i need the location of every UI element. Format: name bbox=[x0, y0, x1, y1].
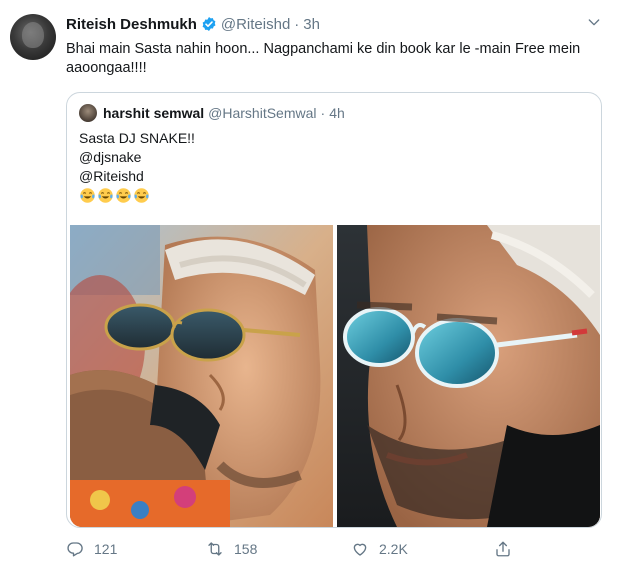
quote-mention-djsnake[interactable]: @djsnake bbox=[79, 148, 195, 167]
quote-line: Sasta DJ SNAKE!! bbox=[79, 130, 195, 146]
separator-dot: · bbox=[294, 15, 300, 33]
author-handle[interactable]: @Riteishd bbox=[221, 16, 290, 33]
share-icon bbox=[496, 541, 510, 557]
reply-count: 121 bbox=[94, 541, 118, 557]
quote-photo-left[interactable] bbox=[70, 225, 333, 527]
action-bar: 121 158 2.2K bbox=[66, 540, 586, 560]
like-button[interactable]: 2.2K bbox=[351, 540, 408, 558]
retweet-icon bbox=[208, 542, 222, 556]
retweet-count: 158 bbox=[234, 541, 258, 557]
author-avatar[interactable] bbox=[10, 14, 56, 60]
quoted-tweet[interactable]: harshit semwal @HarshitSemwal · 4h Sasta… bbox=[66, 92, 602, 528]
timestamp[interactable]: 3h bbox=[303, 16, 320, 33]
reply-icon bbox=[67, 542, 83, 557]
author-name[interactable]: Riteish Deshmukh bbox=[66, 16, 197, 33]
quote-timestamp: 4h bbox=[329, 105, 345, 121]
face-with-tears-of-joy-icon bbox=[134, 188, 149, 203]
quote-author-handle: @HarshitSemwal bbox=[208, 105, 317, 121]
quote-author-name: harshit semwal bbox=[103, 105, 205, 121]
tweet-text: Bhai main Sasta nahin hoon... Nagpancham… bbox=[66, 41, 581, 76]
verified-badge-icon bbox=[202, 17, 216, 31]
emoji-row bbox=[79, 187, 195, 204]
quote-header: harshit semwal @HarshitSemwal · 4h bbox=[103, 105, 345, 121]
quote-photo-right[interactable] bbox=[337, 225, 600, 527]
quote-text: Sasta DJ SNAKE!! @djsnake @Riteishd bbox=[79, 129, 195, 204]
share-button[interactable] bbox=[494, 540, 522, 558]
like-count: 2.2K bbox=[379, 541, 408, 557]
quote-separator-dot: · bbox=[320, 105, 326, 121]
tweet-header: Riteish Deshmukh @Riteishd · 3h bbox=[66, 14, 320, 34]
tweet: Riteish Deshmukh @Riteishd · 3h Bhai mai… bbox=[0, 0, 620, 565]
quote-author-avatar bbox=[79, 104, 97, 122]
retweet-button[interactable]: 158 bbox=[206, 540, 257, 558]
chevron-down-icon[interactable] bbox=[586, 14, 602, 30]
face-with-tears-of-joy-icon bbox=[80, 188, 95, 203]
face-with-tears-of-joy-icon bbox=[116, 188, 131, 203]
reply-button[interactable]: 121 bbox=[66, 540, 117, 558]
quote-mention-riteishd[interactable]: @Riteishd bbox=[79, 167, 195, 186]
like-icon bbox=[353, 543, 367, 556]
face-with-tears-of-joy-icon bbox=[98, 188, 113, 203]
